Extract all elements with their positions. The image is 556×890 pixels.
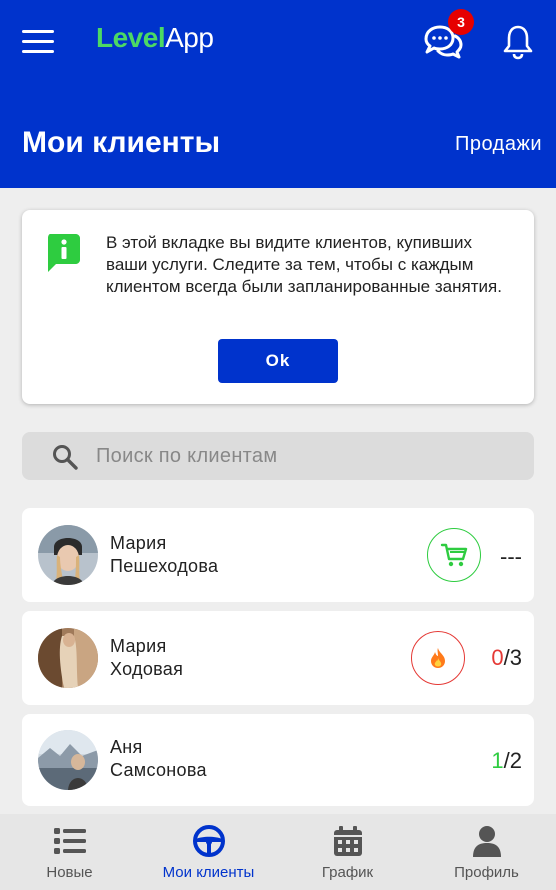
app-header: LevelApp 3 Мои клиенты Продажи — [0, 0, 556, 188]
client-first-name: Мария — [110, 533, 167, 553]
client-name: Мария Пешеходова — [110, 532, 218, 578]
cart-status[interactable] — [427, 528, 481, 582]
avatar — [38, 730, 98, 790]
menu-icon[interactable] — [22, 30, 54, 54]
ratio-total: /2 — [503, 748, 522, 773]
chat-badge: 3 — [448, 9, 474, 35]
search-input[interactable] — [96, 432, 516, 480]
ratio-total: /3 — [503, 645, 522, 670]
avatar — [38, 525, 98, 585]
client-row[interactable]: Аня Самсонова 1/2 — [22, 714, 534, 806]
nav-label: Новые — [46, 864, 93, 881]
avatar — [38, 628, 98, 688]
client-last-name: Ходовая — [110, 659, 184, 679]
client-last-name: Самсонова — [110, 760, 207, 780]
client-name: Аня Самсонова — [110, 736, 207, 782]
nav-item-new[interactable]: Новые — [0, 814, 139, 890]
info-card: В этой вкладке вы видите клиентов, купив… — [22, 210, 534, 404]
client-name: Мария Ходовая — [110, 635, 183, 681]
bell-icon[interactable] — [502, 24, 534, 60]
list-icon — [53, 828, 86, 854]
nav-label: График — [321, 864, 374, 881]
steering-wheel-icon — [192, 825, 225, 857]
client-ratio: 1/2 — [491, 748, 522, 774]
page-title: Мои клиенты — [22, 126, 221, 159]
ratio-done: 1 — [491, 748, 504, 773]
nav-item-profile[interactable]: Профиль — [417, 814, 556, 890]
person-icon — [472, 826, 501, 857]
client-row[interactable]: Мария Пешеходова --- — [22, 508, 534, 602]
nav-item-my-clients[interactable]: Мои клиенты — [139, 814, 278, 890]
client-last-name: Пешеходова — [110, 556, 219, 576]
nav-label: Мои клиенты — [162, 864, 255, 881]
client-ratio: --- — [500, 544, 522, 569]
client-row[interactable]: Мария Ходовая 0/3 — [22, 611, 534, 705]
info-text: В этой вкладке вы видите клиентов, купив… — [106, 233, 502, 296]
cart-icon — [440, 543, 468, 567]
client-first-name: Аня — [110, 737, 143, 757]
nav-label: Профиль — [454, 864, 519, 881]
search-bar — [22, 432, 534, 480]
app-logo: LevelApp — [96, 22, 214, 53]
nav-item-schedule[interactable]: График — [278, 814, 417, 890]
client-first-name: Мария — [110, 636, 167, 656]
search-icon — [53, 445, 78, 470]
info-icon — [48, 234, 80, 272]
sales-link[interactable]: Продажи — [455, 133, 542, 156]
ok-button[interactable]: Ok — [218, 339, 338, 383]
ratio-done: 0 — [491, 645, 504, 670]
fire-icon — [431, 648, 445, 668]
bottom-nav: Новые Мои клиенты График Профиль — [0, 814, 556, 890]
client-ratio: 0/3 — [491, 645, 522, 671]
fire-status[interactable] — [411, 631, 465, 685]
calendar-icon — [333, 826, 362, 856]
